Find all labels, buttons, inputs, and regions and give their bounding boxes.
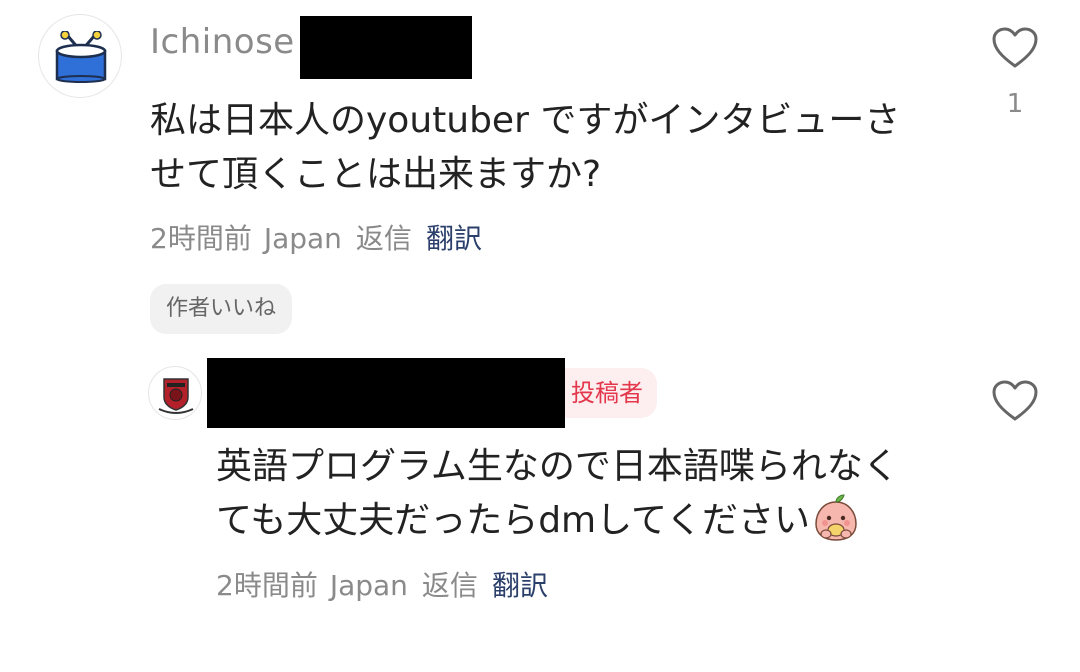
reply-meta: 2時間前 Japan 返信 翻訳 [216, 566, 562, 606]
timestamp: 2時間前 [216, 569, 318, 602]
reply-button[interactable]: 返信 [422, 566, 478, 606]
peach-character-emoji-icon [810, 494, 862, 542]
like-count: 1 [1006, 89, 1024, 119]
comment-meta: 2時間前 Japan 返信 翻訳 [150, 219, 496, 259]
translate-button[interactable]: 翻訳 [492, 566, 548, 606]
commenter-username[interactable]: Ichinose [150, 18, 295, 66]
redaction-box [207, 358, 565, 428]
location: Japan [263, 222, 342, 255]
reply-text-line: 英語プログラム生なので日本語喋られなく [216, 446, 899, 487]
timestamp: 2時間前 [150, 222, 252, 255]
like-heart-icon[interactable] [991, 379, 1039, 423]
reply-text: 英語プログラム生なので日本語喋られなく ても大丈夫だったらdmしてください [216, 440, 956, 548]
comment-text-line: せて頂くことは出来ますか? [150, 154, 602, 195]
comment-text: 私は日本人のyoutuber ですがインタビューさ せて頂くことは出来ますか? [150, 94, 930, 202]
crest-logo-icon [158, 378, 194, 414]
author-liked-badge: 作者いいね [150, 284, 293, 334]
original-poster-badge: 投稿者 [565, 368, 657, 418]
reply-text-line: ても大丈夫だったらdmしてください [216, 494, 956, 548]
reply-button[interactable]: 返信 [356, 219, 412, 259]
like-heart-icon[interactable] [991, 26, 1039, 70]
commenter-avatar[interactable] [38, 14, 122, 98]
location: Japan [329, 569, 408, 602]
reply-avatar[interactable] [148, 366, 202, 420]
drum-icon [55, 31, 107, 83]
comment-text-line: 私は日本人のyoutuber ですがインタビューさ [150, 100, 901, 141]
reply-text-line-content: ても大丈夫だったらdmしてください [216, 500, 810, 541]
redaction-box [300, 16, 472, 79]
translate-button[interactable]: 翻訳 [426, 219, 482, 259]
